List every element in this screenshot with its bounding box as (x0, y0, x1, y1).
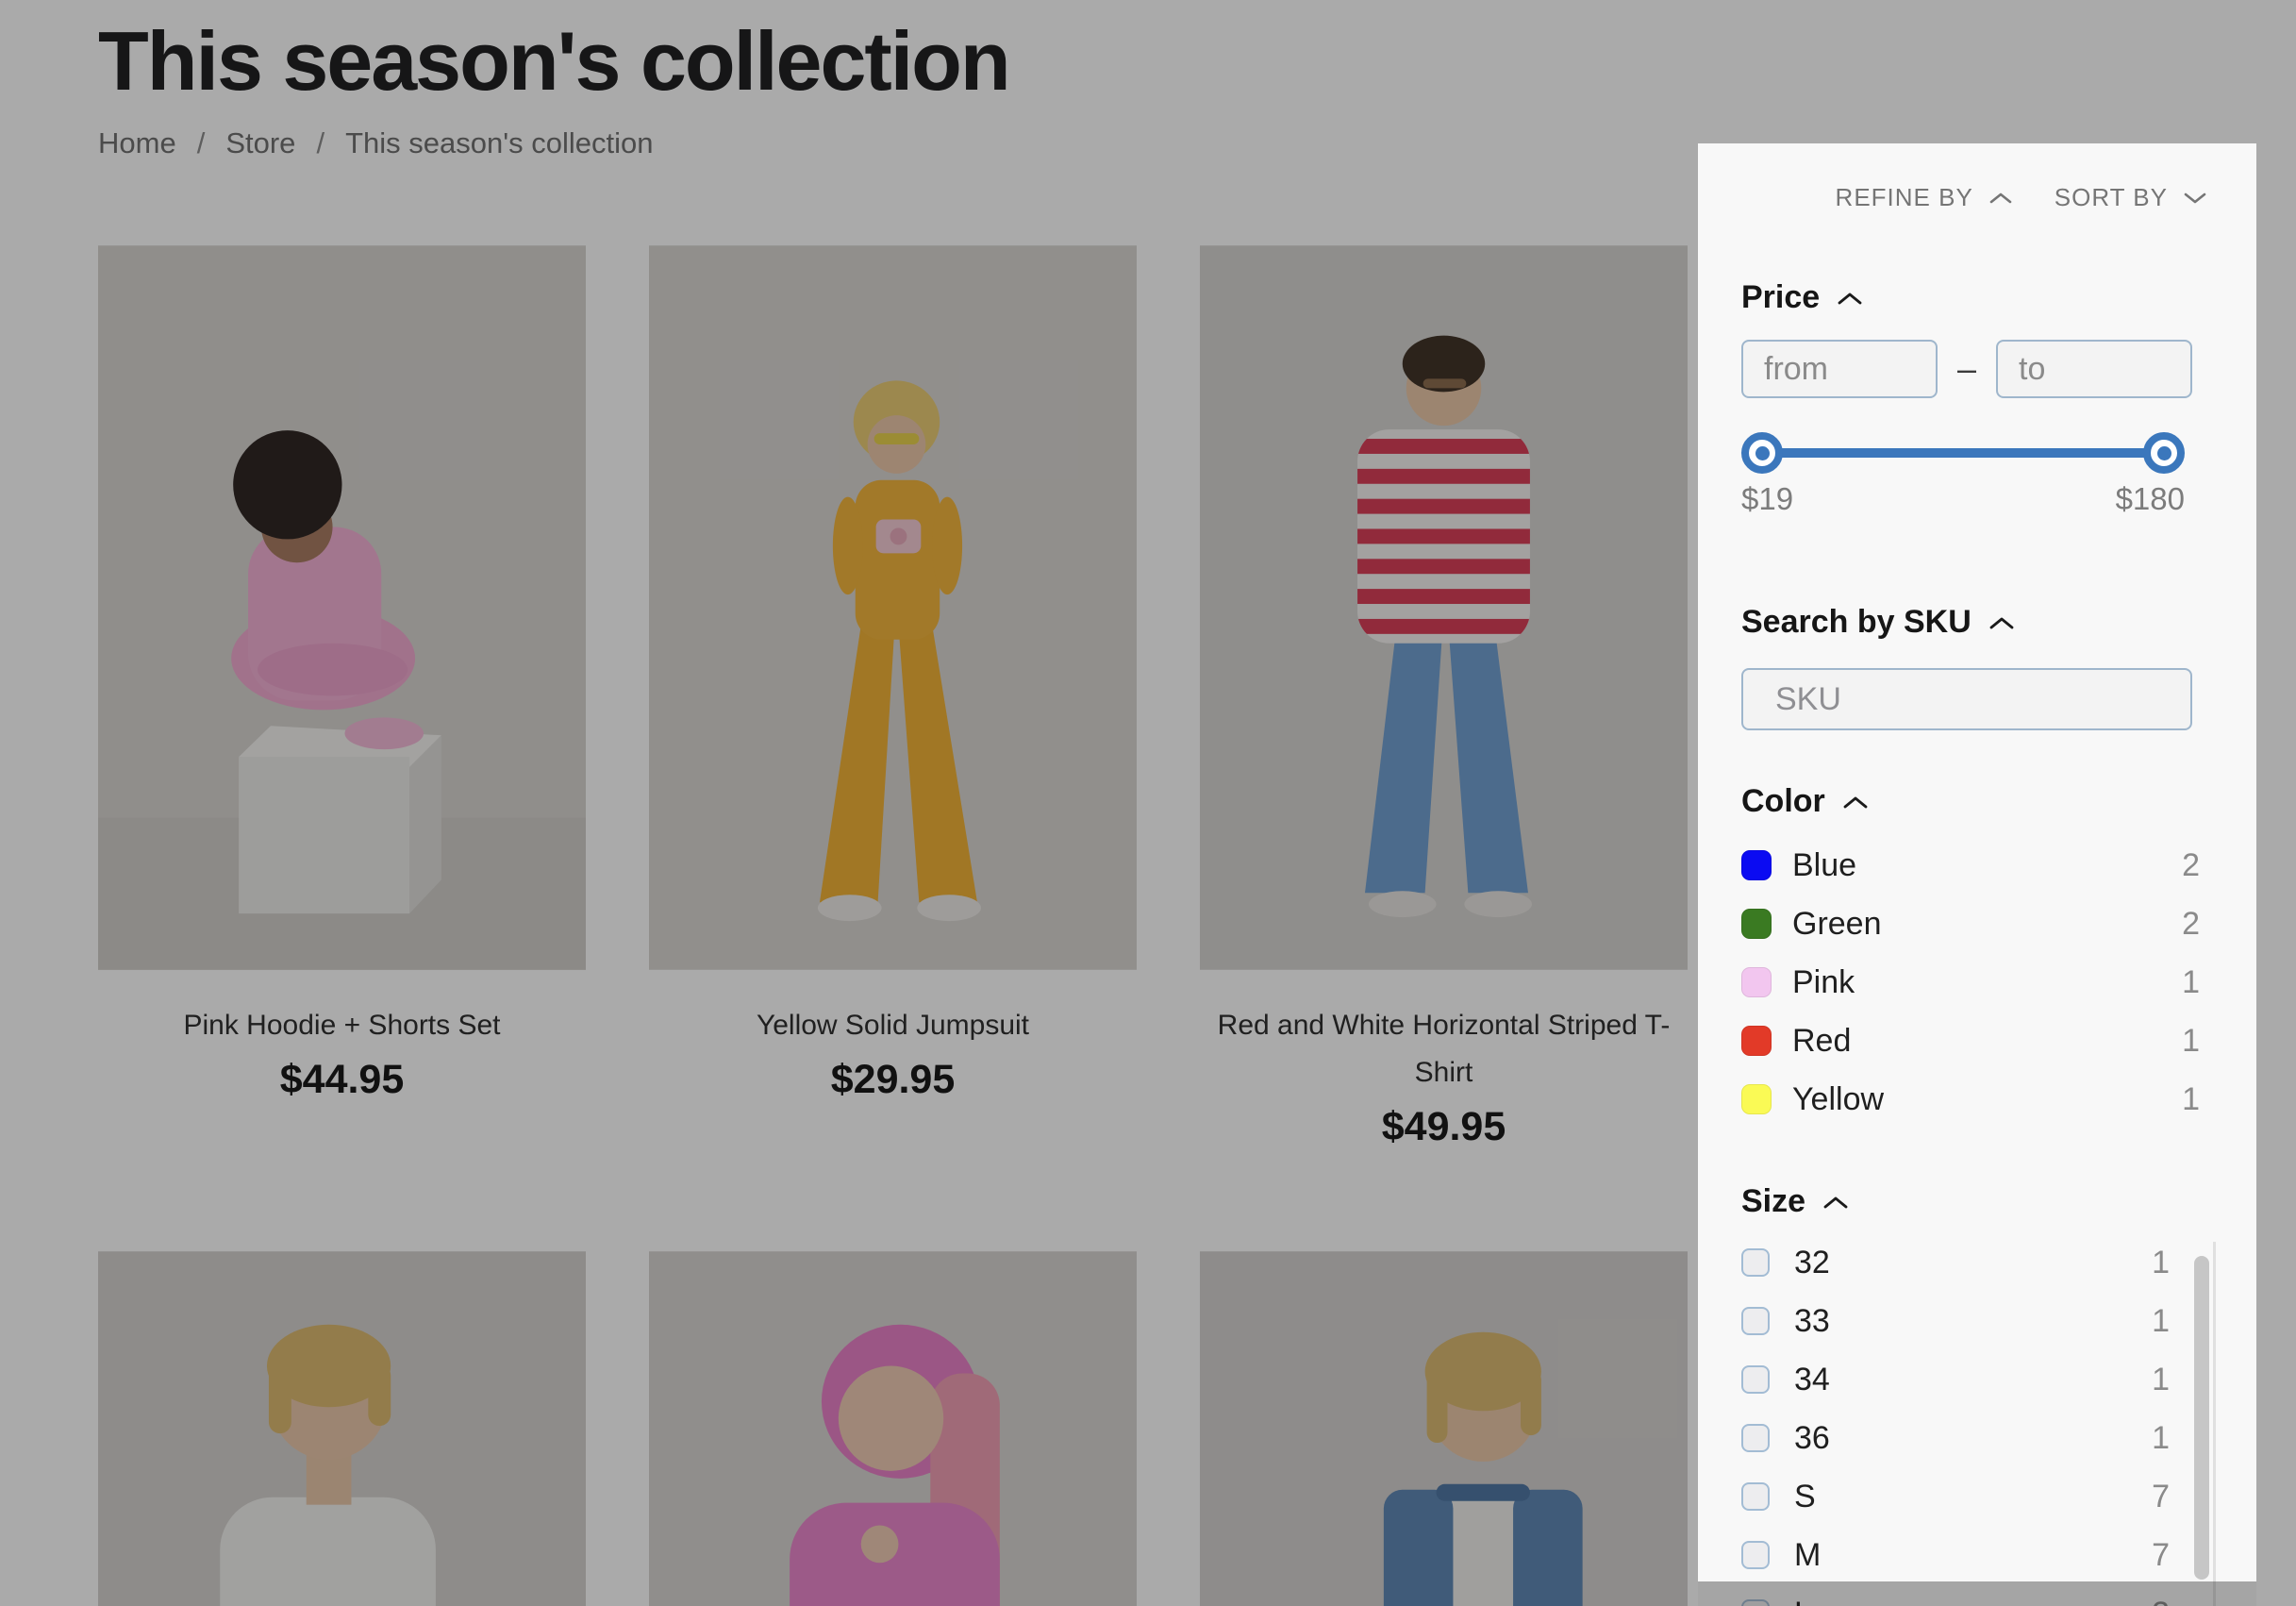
size-checkbox-32[interactable] (1741, 1248, 1770, 1277)
price-range-separator: – (1938, 349, 1996, 389)
refine-by-toggle[interactable]: REFINE BY (1836, 183, 2013, 212)
color-option-count: 1 (2182, 1023, 2200, 1060)
color-option-label: Yellow (1792, 1081, 1884, 1118)
size-option-34[interactable]: 34 1 (1741, 1365, 2170, 1394)
color-option-count: 1 (2182, 1081, 2200, 1118)
chevron-up-icon (1837, 290, 1863, 307)
size-scrollbar-thumb[interactable] (2194, 1256, 2209, 1580)
color-section-header[interactable]: Color (1741, 783, 1869, 820)
size-option-list: 32 1 33 1 34 1 36 1 S 7 (1741, 1248, 2170, 1606)
color-option-blue[interactable]: Blue 2 (1741, 849, 2200, 881)
color-option-pink[interactable]: Pink 1 (1741, 966, 2200, 998)
size-option-count: 1 (2152, 1245, 2170, 1281)
refine-by-label: REFINE BY (1836, 183, 1973, 212)
filter-sidebar: REFINE BY SORT BY Price – $19 $180 (1698, 143, 2256, 1606)
size-checkbox-33[interactable] (1741, 1307, 1770, 1335)
chevron-up-icon (1842, 794, 1869, 811)
store-page: This season's collection Home / Store / … (0, 0, 2296, 1606)
price-slider-track (1747, 448, 2179, 458)
color-option-yellow[interactable]: Yellow 1 (1741, 1083, 2200, 1115)
color-swatch-yellow (1741, 1084, 1772, 1114)
chevron-down-icon (2183, 191, 2207, 206)
color-option-count: 1 (2182, 964, 2200, 1001)
color-option-count: 2 (2182, 847, 2200, 884)
size-option-count: 1 (2152, 1420, 2170, 1457)
price-slider-labels: $19 $180 (1741, 481, 2185, 517)
size-option-label: S (1794, 1479, 1816, 1515)
size-option-32[interactable]: 32 1 (1741, 1248, 2170, 1277)
price-to-input[interactable] (1996, 340, 2192, 398)
toolbar: REFINE BY SORT BY (1836, 183, 2207, 212)
size-option-label: 36 (1794, 1420, 1830, 1457)
color-heading: Color (1741, 783, 1825, 820)
color-option-count: 2 (2182, 906, 2200, 943)
size-scrollbar-track[interactable] (2213, 1242, 2216, 1606)
size-checkbox-34[interactable] (1741, 1365, 1770, 1394)
color-swatch-red (1741, 1026, 1772, 1056)
dim-overlay-top (0, 0, 2296, 143)
color-option-list: Blue 2 Green 2 Pink 1 Red 1 Yellow 1 (1741, 849, 2200, 1142)
size-option-count: 1 (2152, 1362, 2170, 1398)
size-option-m[interactable]: M 7 (1741, 1541, 2170, 1569)
size-option-s[interactable]: S 7 (1741, 1482, 2170, 1511)
dim-overlay-right (2256, 143, 2296, 1606)
sku-heading: Search by SKU (1741, 604, 1972, 641)
color-option-label: Pink (1792, 964, 1855, 1001)
price-slider-min-handle[interactable] (1741, 432, 1783, 474)
price-from-input[interactable] (1741, 340, 1938, 398)
price-slider-max-handle[interactable] (2143, 432, 2185, 474)
size-checkbox-m[interactable] (1741, 1541, 1770, 1569)
size-option-label: M (1794, 1537, 1821, 1574)
dim-overlay-left (0, 143, 1698, 1606)
chevron-up-icon (1988, 614, 2015, 631)
sort-by-toggle[interactable]: SORT BY (2055, 183, 2207, 212)
price-section-header[interactable]: Price (1741, 279, 1863, 316)
size-option-label: 33 (1794, 1303, 1830, 1340)
size-option-count: 7 (2152, 1479, 2170, 1515)
chevron-up-icon (1988, 191, 2013, 206)
color-option-red[interactable]: Red 1 (1741, 1025, 2200, 1057)
color-option-label: Red (1792, 1023, 1851, 1060)
price-min-label: $19 (1741, 481, 1793, 517)
price-max-label: $180 (2116, 481, 2185, 517)
size-option-33[interactable]: 33 1 (1741, 1307, 2170, 1335)
dim-overlay-bottom (1698, 1581, 2256, 1606)
size-option-36[interactable]: 36 1 (1741, 1424, 2170, 1452)
sku-search-box (1741, 668, 2192, 730)
color-swatch-pink (1741, 967, 1772, 997)
price-range-inputs: – (1741, 340, 2192, 398)
price-slider (1741, 432, 2185, 474)
size-heading: Size (1741, 1183, 1805, 1220)
color-option-label: Blue (1792, 847, 1856, 884)
chevron-up-icon (1822, 1194, 1849, 1211)
sku-section-header[interactable]: Search by SKU (1741, 604, 2015, 641)
size-checkbox-36[interactable] (1741, 1424, 1770, 1452)
color-option-green[interactable]: Green 2 (1741, 908, 2200, 940)
color-option-label: Green (1792, 906, 1882, 943)
size-option-label: 34 (1794, 1362, 1830, 1398)
size-section-header[interactable]: Size (1741, 1183, 1849, 1220)
sort-by-label: SORT BY (2055, 183, 2168, 212)
color-swatch-blue (1741, 850, 1772, 880)
color-swatch-green (1741, 909, 1772, 939)
size-option-label: 32 (1794, 1245, 1830, 1281)
size-option-count: 7 (2152, 1537, 2170, 1574)
sku-search-input[interactable] (1775, 681, 2193, 718)
size-option-count: 1 (2152, 1303, 2170, 1340)
price-heading: Price (1741, 279, 1820, 316)
size-checkbox-s[interactable] (1741, 1482, 1770, 1511)
